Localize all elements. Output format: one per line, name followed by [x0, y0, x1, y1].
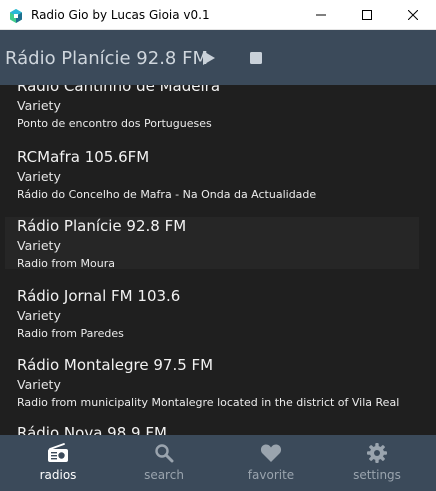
- window-title: Radio Gio by Lucas Gioia v0.1: [31, 8, 210, 22]
- station-item[interactable]: Rádio Nova 98.9 FM: [5, 424, 419, 435]
- station-genre: Variety: [17, 238, 61, 253]
- station-description: Radio from Moura: [17, 257, 115, 270]
- nav-settings-label: settings: [353, 468, 401, 482]
- station-name: Rádio Nova 98.9 FM: [17, 424, 167, 435]
- nav-radios[interactable]: radios: [8, 435, 108, 491]
- station-item-selected[interactable]: Rádio Planície 92.8 FM Variety Radio fro…: [5, 217, 419, 270]
- station-item[interactable]: RCMafra 105.6FM Variety Rádio do Concelh…: [5, 148, 419, 201]
- station-genre: Variety: [17, 98, 61, 113]
- station-name: Rádio Planície 92.8 FM: [17, 217, 187, 235]
- station-description: Radio from Paredes: [17, 327, 124, 340]
- station-name: Radio Cantinho de Madeira: [17, 85, 221, 95]
- radio-app-icon: [9, 8, 23, 23]
- nav-search[interactable]: search: [114, 435, 214, 491]
- minimize-icon: [316, 14, 326, 16]
- minimize-button[interactable]: [298, 0, 344, 30]
- nav-favorite-label: favorite: [247, 468, 295, 482]
- play-button[interactable]: [198, 46, 220, 70]
- search-icon: [114, 443, 214, 465]
- heart-icon: [221, 443, 321, 465]
- station-genre: Variety: [17, 377, 61, 392]
- nav-radios-label: radios: [39, 468, 77, 482]
- station-genre: Variety: [17, 169, 61, 184]
- station-item[interactable]: Radio Cantinho de Madeira Variety Ponto …: [5, 85, 419, 130]
- station-name: RCMafra 105.6FM: [17, 148, 150, 166]
- window-titlebar: Radio Gio by Lucas Gioia v0.1: [0, 0, 436, 30]
- station-name: Rádio Montalegre 97.5 FM: [17, 356, 214, 374]
- maximize-button[interactable]: [344, 0, 390, 30]
- nav-settings[interactable]: settings: [327, 435, 427, 491]
- play-icon: [203, 51, 215, 65]
- station-name: Rádio Jornal FM 103.6: [17, 287, 181, 305]
- nav-search-label: search: [144, 468, 184, 482]
- station-item[interactable]: Rádio Jornal FM 103.6 Variety Radio from…: [5, 287, 419, 340]
- station-description: Ponto de encontro dos Portugueses: [17, 117, 212, 130]
- station-genre: Variety: [17, 308, 61, 323]
- bottom-navigation: radios search favorite settings: [0, 435, 436, 491]
- maximize-icon: [362, 10, 372, 20]
- stop-icon: [250, 52, 262, 64]
- station-list[interactable]: Radio Cantinho de Madeira Variety Ponto …: [0, 85, 436, 435]
- stop-button[interactable]: [246, 48, 266, 68]
- gear-icon: [327, 443, 427, 465]
- close-button[interactable]: [390, 0, 436, 30]
- now-playing-title: Rádio Planície 92.8 FM: [5, 48, 208, 69]
- station-description: Rádio do Concelho de Mafra - Na Onda da …: [17, 188, 317, 201]
- station-description: Radio from municipality Montalegre locat…: [17, 396, 400, 409]
- close-icon: [408, 10, 418, 20]
- station-item[interactable]: Rádio Montalegre 97.5 FM Variety Radio f…: [5, 356, 419, 409]
- player-header: Rádio Planície 92.8 FM: [0, 30, 436, 85]
- radio-icon: [8, 443, 108, 465]
- nav-favorite[interactable]: favorite: [221, 435, 321, 491]
